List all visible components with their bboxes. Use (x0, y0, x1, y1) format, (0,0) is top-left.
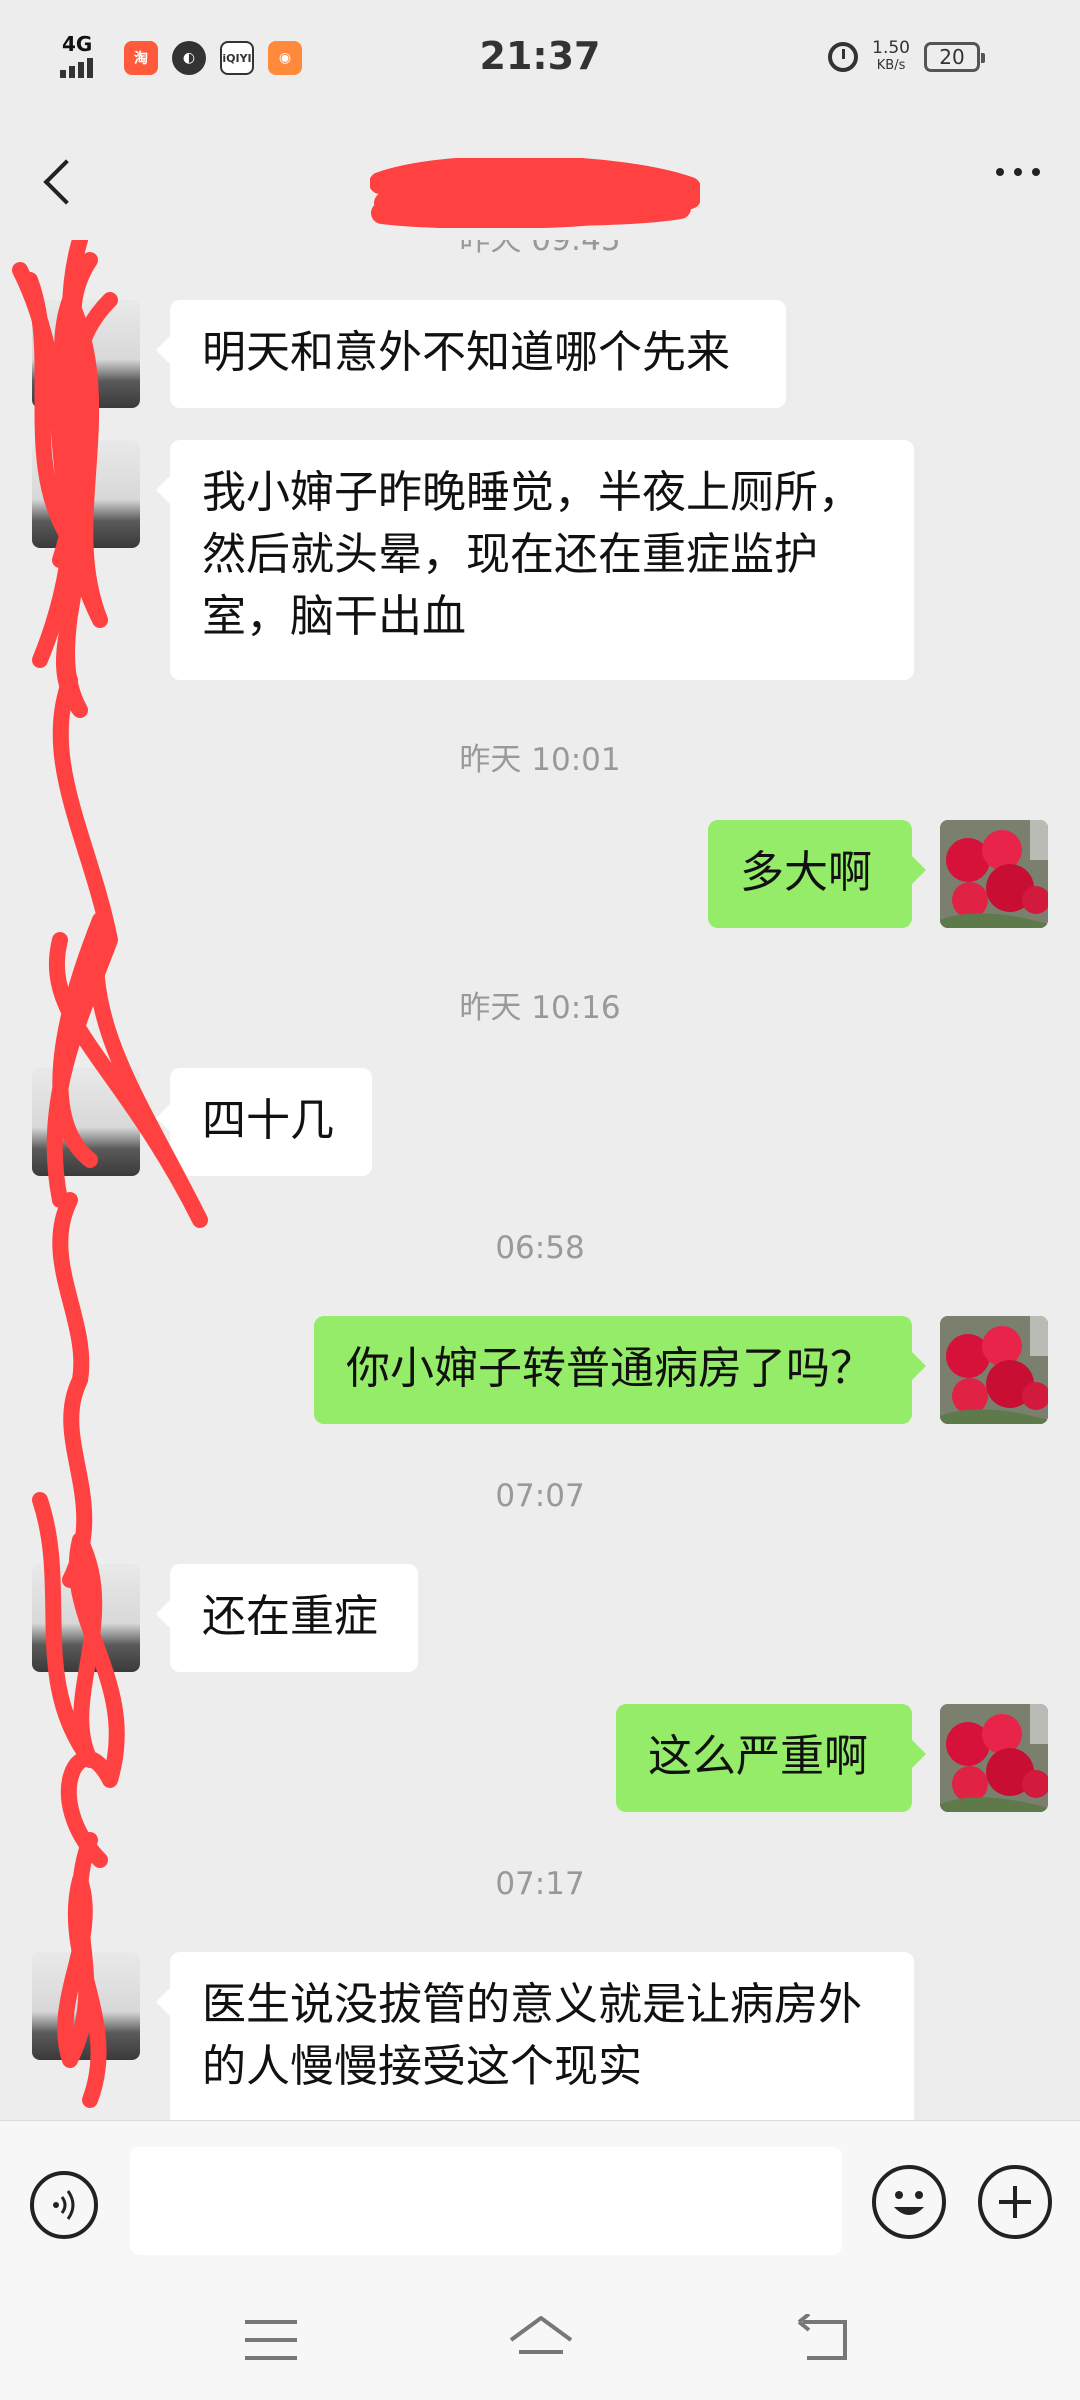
message-line: 然后就头晕，现在还在重症监护 (202, 529, 818, 580)
network-speed: 1.50 KB/s (872, 40, 910, 74)
message-line: 我小婶子昨晚睡觉，半夜上厕所， (202, 467, 862, 518)
avatar-self[interactable] (940, 1704, 1048, 1812)
message-bubble[interactable]: 我小婶子昨晚睡觉，半夜上厕所， 然后就头晕，现在还在重症监护 室，脑干出血 (156, 440, 914, 680)
timestamp: 07:17 (495, 1866, 585, 1902)
status-bar: 4G 淘 ◐ iQIYI ◉ 21:37 1.50 KB/s 20 (0, 0, 1080, 120)
timestamp: 07:07 (495, 1478, 585, 1514)
home-icon[interactable] (505, 2310, 577, 2370)
voice-icon[interactable] (30, 2171, 98, 2239)
avatar[interactable] (32, 440, 140, 548)
system-navigation (0, 2280, 1080, 2400)
plus-icon[interactable] (978, 2165, 1052, 2239)
message-bubble[interactable]: 你小婶子转普通病房了吗？ (314, 1316, 926, 1424)
alarm-icon (828, 42, 859, 72)
timestamp: 昨天 09:45 (459, 240, 621, 258)
message-bubble[interactable]: 这么严重啊 (616, 1704, 926, 1812)
input-bar (0, 2120, 1080, 2281)
battery-level: 20 (939, 45, 965, 69)
rose-photo (940, 820, 1048, 928)
message-bubble[interactable]: 还在重症 (156, 1564, 418, 1672)
avatar[interactable] (32, 1564, 140, 1672)
menu-icon[interactable] (245, 2320, 297, 2360)
message-line: 的人慢慢接受这个现实 (202, 2041, 642, 2092)
emoji-icon[interactable] (872, 2165, 946, 2239)
more-dots-icon[interactable] (996, 168, 1040, 176)
timestamp: 06:58 (495, 1230, 585, 1266)
message-list[interactable]: 昨天 09:45 明天和意外不知道哪个先来 我小婶子昨晚睡觉，半夜上厕所， 然后… (0, 240, 1080, 2120)
message-line: 医生说没拔管的意义就是让病房外 (202, 1979, 862, 2030)
message-line: 室，脑干出血 (202, 591, 466, 642)
avatar[interactable] (32, 1068, 140, 1176)
status-right: 1.50 KB/s 20 (828, 40, 985, 74)
avatar-self[interactable] (940, 820, 1048, 928)
message-bubble[interactable]: 四十几 (156, 1068, 372, 1176)
network-speed-value: 1.50 (872, 38, 910, 58)
timestamp: 昨天 10:01 (459, 742, 621, 778)
rose-photo (940, 1704, 1048, 1812)
chevron-left-icon[interactable] (38, 150, 88, 210)
network-speed-unit: KB/s (876, 58, 906, 73)
back-nav-icon[interactable] (795, 2312, 851, 2366)
chat-header (0, 120, 1080, 240)
chat-title (370, 158, 700, 228)
battery-icon: 20 (924, 42, 985, 72)
avatar-self[interactable] (940, 1316, 1048, 1424)
message-bubble[interactable]: 多大啊 (708, 820, 926, 928)
message-bubble[interactable]: 明天和意外不知道哪个先来 (156, 300, 786, 408)
message-input[interactable] (130, 2147, 842, 2255)
avatar[interactable] (32, 1952, 140, 2060)
redaction-scribble (370, 158, 700, 228)
avatar[interactable] (32, 300, 140, 408)
message-bubble[interactable]: 医生说没拔管的意义就是让病房外 的人慢慢接受这个现实 (156, 1952, 914, 2120)
rose-photo (940, 1316, 1048, 1424)
timestamp: 昨天 10:16 (459, 990, 621, 1026)
